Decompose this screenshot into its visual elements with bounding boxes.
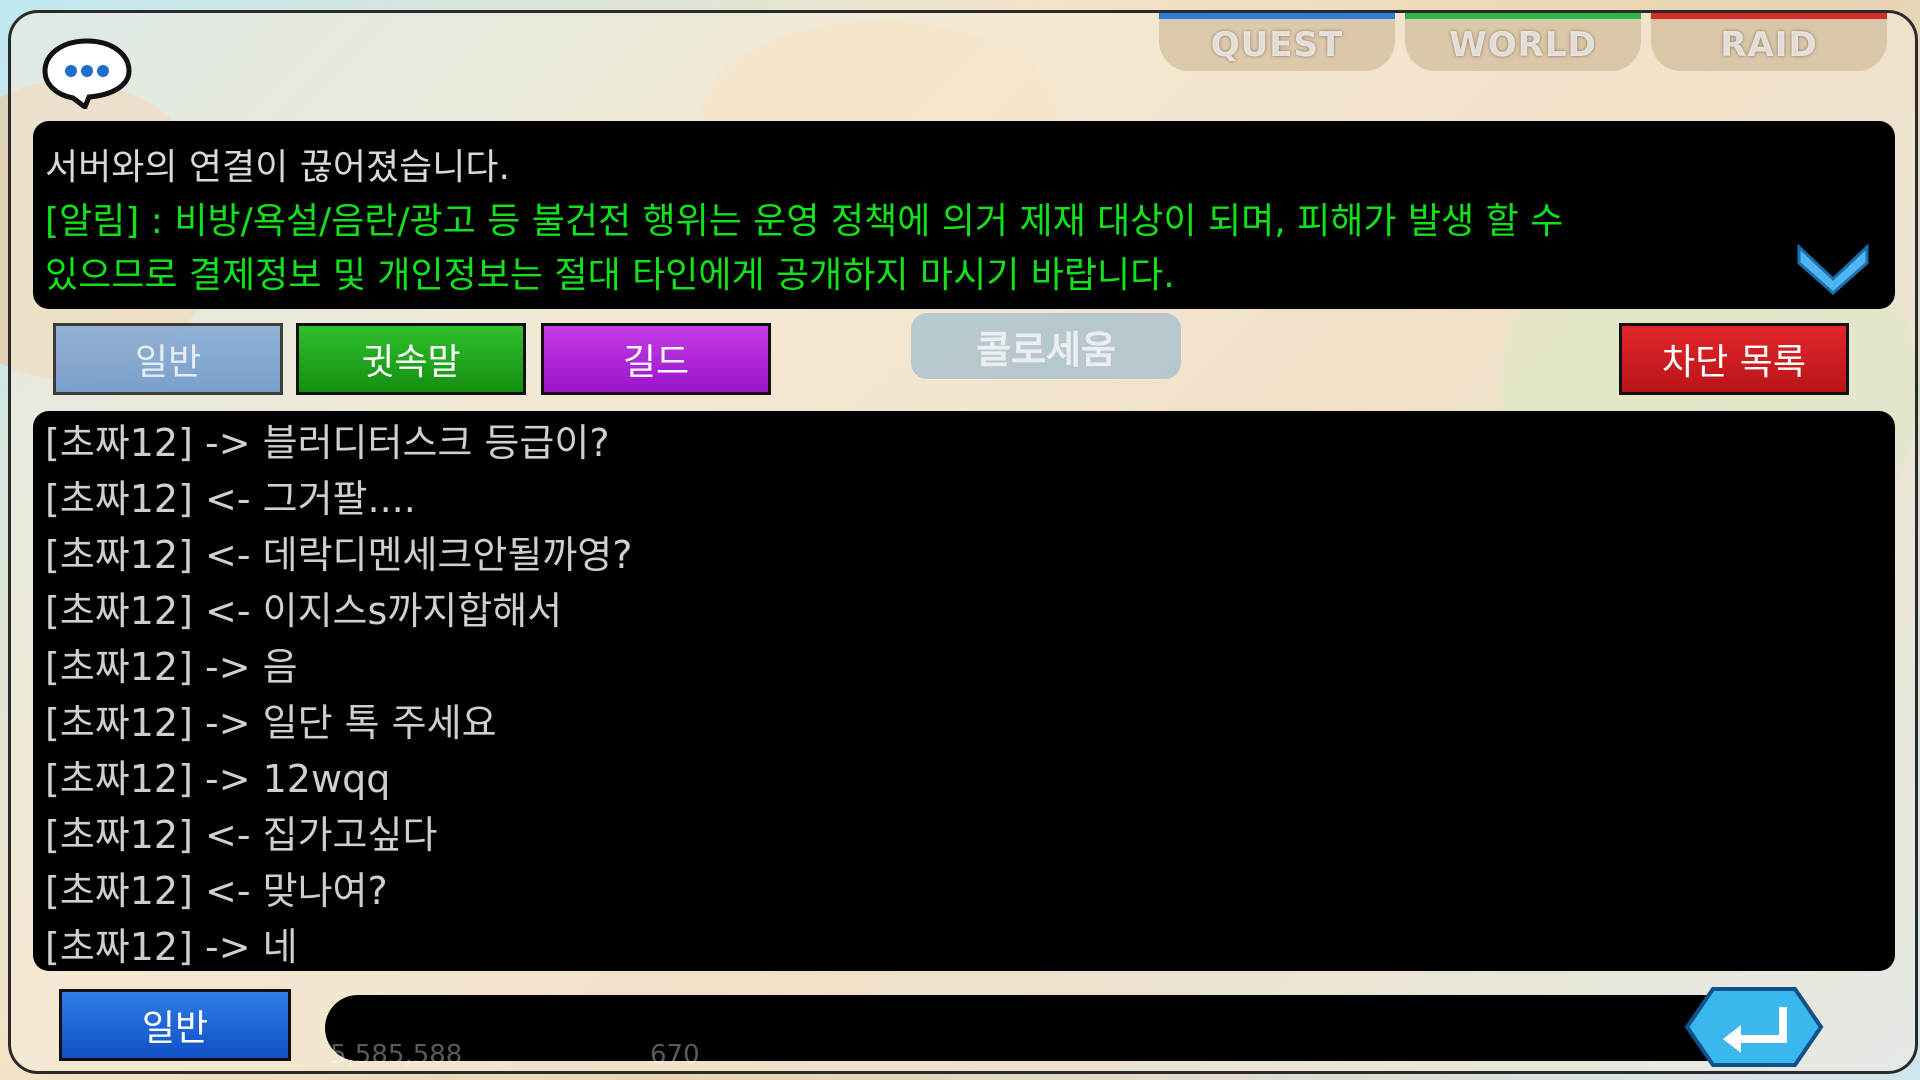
- gold-amount: 5,585,588: [330, 1040, 463, 1070]
- tab-quest[interactable]: QUEST: [1159, 13, 1395, 71]
- chat-message: [초짜12] -> 일단 톡 주세요: [45, 701, 497, 745]
- gem-amount: 670: [650, 1040, 700, 1070]
- tab-world[interactable]: WORLD: [1405, 13, 1641, 71]
- chat-channel-tabs: 일반 귓속말 길드 차단 목록: [11, 323, 1915, 403]
- chevron-down-icon[interactable]: [1793, 237, 1873, 297]
- enter-arrow-icon[interactable]: [1683, 985, 1825, 1069]
- alert-message-line-1: [알림] : 비방/욕설/음란/광고 등 불건전 행위는 운영 정책에 의거 제…: [45, 201, 1564, 242]
- tab-general[interactable]: 일반: [53, 323, 283, 395]
- chat-message: [초짜12] -> 음: [45, 645, 298, 689]
- notice-panel: 서버와의 연결이 끊어졌습니다. [알림] : 비방/욕설/음란/광고 등 불건…: [33, 121, 1895, 309]
- tab-raid[interactable]: RAID: [1651, 13, 1887, 71]
- chat-message: [초짜12] <- 맞나여?: [45, 869, 388, 913]
- chat-mode-button[interactable]: 일반: [59, 989, 291, 1061]
- chat-message: [초짜12] <- 데락디멘세크안될까영?: [45, 533, 633, 577]
- chat-message: [초짜12] <- 그거팔....: [45, 477, 416, 521]
- chat-message: [초짜12] -> 네: [45, 925, 298, 969]
- chat-message: [초짜12] <- 이지스s까지합해서: [45, 589, 563, 633]
- top-tab-bar: QUEST WORLD RAID: [1159, 13, 1887, 71]
- system-message: 서버와의 연결이 끊어졌습니다.: [45, 147, 510, 188]
- chat-message: [초짜12] <- 집가고싶다: [45, 813, 438, 857]
- chat-message: [초짜12] -> 블러디터스크 등급이?: [45, 421, 610, 465]
- chat-log[interactable]: [초짜12] -> 블러디터스크 등급이? [초짜12] <- 그거팔.... [초…: [33, 411, 1895, 971]
- chat-input[interactable]: [325, 995, 1785, 1061]
- chat-message: [초짜12] -> 12wqq: [45, 757, 391, 801]
- block-list-button[interactable]: 차단 목록: [1619, 323, 1849, 395]
- alert-message-line-2: 있으므로 결제정보 및 개인정보는 절대 타인에게 공개하지 마시기 바랍니다.: [45, 255, 1175, 296]
- chat-window: QUEST WORLD RAID 서버와의 연결이 끊어졌습니다. [알림] :…: [8, 10, 1918, 1074]
- chat-input-bar: 일반: [11, 985, 1915, 1067]
- tab-whisper[interactable]: 귓속말: [296, 323, 526, 395]
- chat-bubble-icon[interactable]: [39, 35, 135, 111]
- tab-guild[interactable]: 길드: [541, 323, 771, 395]
